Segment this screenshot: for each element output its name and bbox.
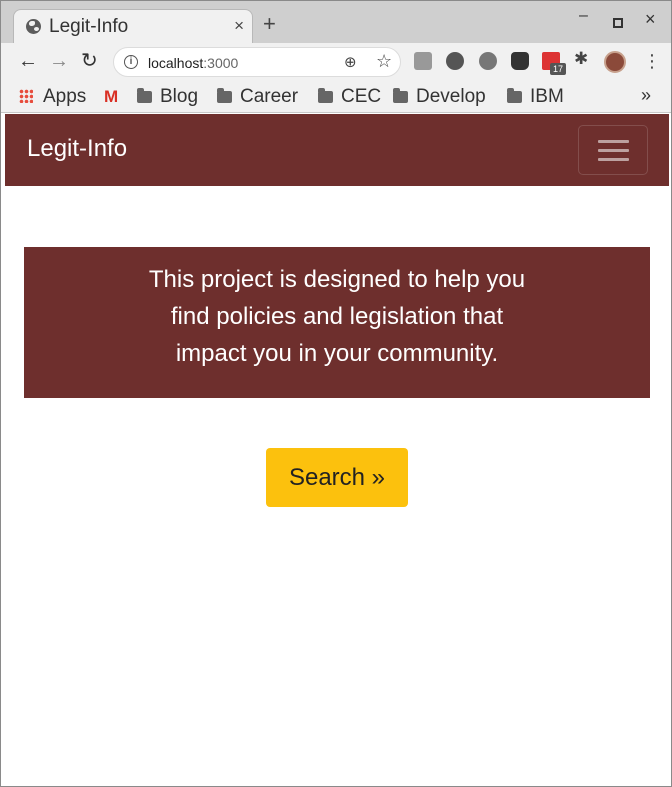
- info-icon[interactable]: i: [124, 55, 138, 69]
- tab-strip: Legit-Info × + – ×: [1, 1, 671, 43]
- folder-icon: [393, 88, 408, 103]
- extension-badge: 17: [550, 63, 566, 75]
- zoom-icon[interactable]: ⊕: [344, 53, 357, 71]
- bookmark-label: IBM: [530, 86, 564, 107]
- bookmark-label: Develop: [416, 86, 486, 107]
- reload-icon[interactable]: ↻: [81, 50, 98, 72]
- page-viewport: Legit-Info This project is designed to h…: [5, 114, 669, 784]
- browser-window: Legit-Info × + – × ← → ↻ i localhost:300…: [0, 0, 672, 787]
- address-bar[interactable]: i localhost:3000 ⊕ ☆: [113, 47, 401, 77]
- url-host: localhost: [148, 55, 204, 71]
- url-port: :3000: [203, 55, 239, 71]
- bookmark-career[interactable]: Career: [217, 85, 298, 109]
- gmail-icon[interactable]: M: [104, 85, 118, 109]
- maximize-icon[interactable]: [613, 18, 623, 28]
- bookmark-develop[interactable]: Develop: [393, 85, 486, 109]
- extension-icon[interactable]: [479, 52, 497, 70]
- folder-icon: [217, 88, 232, 103]
- star-icon[interactable]: ☆: [376, 51, 392, 72]
- folder-icon: [318, 88, 333, 103]
- bookmarks-bar: Apps M Blog Career CEC Develop IBM »: [1, 81, 671, 113]
- navbar-toggler-button[interactable]: [578, 125, 648, 175]
- minimize-icon[interactable]: –: [579, 7, 588, 25]
- hamburger-line: [598, 158, 629, 161]
- navbar: Legit-Info: [5, 114, 669, 186]
- extension-icon[interactable]: [446, 52, 464, 70]
- bookmark-label: Blog: [160, 86, 199, 107]
- new-tab-button[interactable]: +: [263, 13, 276, 35]
- intro-line: This project is designed to help you: [148, 266, 526, 293]
- search-button[interactable]: Search »: [266, 448, 408, 507]
- back-arrow-icon[interactable]: ←: [18, 50, 38, 72]
- camera-icon[interactable]: [414, 52, 432, 70]
- bookmark-ibm[interactable]: IBM: [507, 85, 564, 109]
- bookmark-label: CEC: [341, 86, 382, 107]
- intro-line: find policies and legislation that: [170, 303, 504, 330]
- navbar-brand[interactable]: Legit-Info: [27, 135, 127, 163]
- globe-icon: [26, 19, 41, 34]
- hamburger-line: [598, 140, 629, 143]
- apps-grid-icon: [19, 89, 33, 103]
- hamburger-line: [598, 149, 629, 152]
- bookmark-label: Career: [240, 86, 299, 107]
- bookmark-cec[interactable]: CEC: [318, 85, 381, 109]
- menu-icon[interactable]: ⋮: [643, 51, 661, 71]
- bookmark-blog[interactable]: Blog: [137, 85, 198, 109]
- tab-title: Legit-Info: [49, 16, 129, 37]
- intro-jumbotron: This project is designed to help you fin…: [24, 247, 650, 398]
- intro-text: This project is designed to help you fin…: [24, 261, 650, 372]
- browser-tab[interactable]: Legit-Info ×: [13, 9, 253, 43]
- bookmarks-overflow-icon[interactable]: »: [641, 85, 651, 106]
- intro-line: impact you in your community.: [175, 340, 499, 367]
- puzzle-icon[interactable]: ✱: [574, 49, 588, 69]
- url-text[interactable]: localhost:3000: [148, 55, 238, 71]
- forward-arrow-icon[interactable]: →: [49, 50, 69, 72]
- folder-icon: [137, 88, 152, 103]
- folder-icon: [507, 88, 522, 103]
- bookmark-label: Apps: [43, 86, 87, 107]
- tab-close-icon[interactable]: ×: [234, 16, 244, 36]
- avatar[interactable]: [604, 51, 626, 73]
- bookmark-apps[interactable]: Apps: [19, 85, 86, 109]
- window-close-icon[interactable]: ×: [645, 9, 656, 30]
- browser-toolbar: ← → ↻ i localhost:3000 ⊕ ☆ ✱: [1, 43, 671, 81]
- owl-icon[interactable]: [511, 52, 529, 70]
